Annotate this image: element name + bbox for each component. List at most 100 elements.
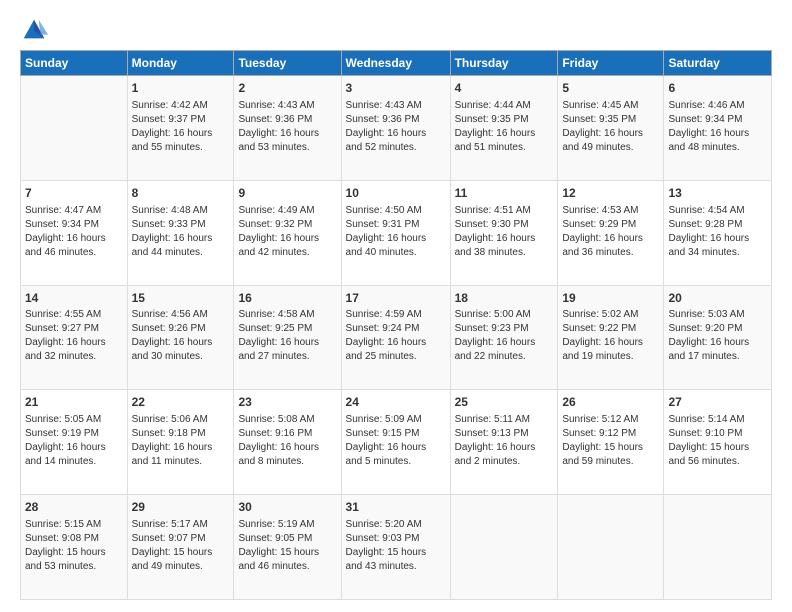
cell-w4-d0: 28Sunrise: 5:15 AMSunset: 9:08 PMDayligh… [21, 495, 128, 600]
day-number: 6 [668, 80, 767, 97]
day-info-line: Sunset: 9:03 PM [346, 532, 446, 546]
day-info-line: Daylight: 16 hours and 2 minutes. [455, 441, 554, 469]
day-info-line: Daylight: 16 hours and 53 minutes. [238, 127, 336, 155]
cell-w2-d2: 16Sunrise: 4:58 AMSunset: 9:25 PMDayligh… [234, 285, 341, 390]
cell-w0-d2: 2Sunrise: 4:43 AMSunset: 9:36 PMDaylight… [234, 76, 341, 181]
header-cell-thursday: Thursday [450, 51, 558, 76]
header-cell-wednesday: Wednesday [341, 51, 450, 76]
day-info-line: Sunset: 9:32 PM [238, 218, 336, 232]
day-info-line: Daylight: 16 hours and 30 minutes. [132, 336, 230, 364]
day-number: 17 [346, 290, 446, 307]
header [20, 16, 772, 44]
day-number: 25 [455, 394, 554, 411]
day-info-line: Sunrise: 4:51 AM [455, 204, 554, 218]
logo [20, 16, 52, 44]
header-cell-sunday: Sunday [21, 51, 128, 76]
day-info-line: Daylight: 16 hours and 11 minutes. [132, 441, 230, 469]
week-row-2: 14Sunrise: 4:55 AMSunset: 9:27 PM Dayligh… [21, 285, 772, 390]
header-cell-monday: Monday [127, 51, 234, 76]
day-number: 30 [238, 499, 336, 516]
cell-w3-d4: 25Sunrise: 5:11 AMSunset: 9:13 PMDayligh… [450, 390, 558, 495]
week-row-4: 28Sunrise: 5:15 AMSunset: 9:08 PMDayligh… [21, 495, 772, 600]
cell-w0-d1: 1Sunrise: 4:42 AMSunset: 9:37 PMDaylight… [127, 76, 234, 181]
day-info-line: Daylight: 16 hours and 19 minutes. [562, 336, 659, 364]
day-info-line: Sunset: 9:22 PM [562, 322, 659, 336]
day-info-line: Sunrise: 4:55 AM [25, 308, 123, 322]
day-info-line: Daylight: 16 hours and 42 minutes. [238, 232, 336, 260]
day-info-line: Sunrise: 5:14 AM [668, 413, 767, 427]
day-info-line: Sunset: 9:35 PM [562, 113, 659, 127]
day-info-line: Sunrise: 5:19 AM [238, 518, 336, 532]
day-info-line: Sunrise: 4:43 AM [346, 99, 446, 113]
day-info-line: Daylight: 16 hours and 8 minutes. [238, 441, 336, 469]
day-info-line: Sunset: 9:16 PM [238, 427, 336, 441]
cell-w3-d6: 27Sunrise: 5:14 AMSunset: 9:10 PMDayligh… [664, 390, 772, 495]
header-row: SundayMondayTuesdayWednesdayThursdayFrid… [21, 51, 772, 76]
day-info-line: Sunrise: 5:05 AM [25, 413, 123, 427]
day-info-line: Daylight: 16 hours and 17 minutes. [668, 336, 767, 364]
day-info-line: Daylight: 16 hours and 51 minutes. [455, 127, 554, 155]
cell-w0-d0 [21, 76, 128, 181]
cell-w2-d5: 19Sunrise: 5:02 AMSunset: 9:22 PMDayligh… [558, 285, 664, 390]
day-number: 16 [238, 290, 336, 307]
cell-w1-d4: 11Sunrise: 4:51 AMSunset: 9:30 PMDayligh… [450, 180, 558, 285]
day-number: 7 [25, 185, 123, 202]
day-info-line: Sunset: 9:27 PM [25, 322, 123, 336]
cell-w0-d3: 3Sunrise: 4:43 AMSunset: 9:36 PMDaylight… [341, 76, 450, 181]
day-number: 3 [346, 80, 446, 97]
day-number: 2 [238, 80, 336, 97]
day-info-line: Daylight: 16 hours and 40 minutes. [346, 232, 446, 260]
cell-w0-d6: 6Sunrise: 4:46 AMSunset: 9:34 PMDaylight… [664, 76, 772, 181]
day-info-line: Sunrise: 5:11 AM [455, 413, 554, 427]
day-info-line: Daylight: 15 hours and 43 minutes. [346, 546, 446, 574]
day-info-line: Sunrise: 4:48 AM [132, 204, 230, 218]
day-info-line: Sunset: 9:28 PM [668, 218, 767, 232]
day-number: 27 [668, 394, 767, 411]
day-info-line: Sunset: 9:34 PM [668, 113, 767, 127]
cell-w3-d3: 24Sunrise: 5:09 AMSunset: 9:15 PMDayligh… [341, 390, 450, 495]
cell-w0-d4: 4Sunrise: 4:44 AMSunset: 9:35 PMDaylight… [450, 76, 558, 181]
week-row-3: 21Sunrise: 5:05 AMSunset: 9:19 PMDayligh… [21, 390, 772, 495]
day-info-line: Sunset: 9:18 PM [132, 427, 230, 441]
day-info-line: Sunset: 9:24 PM [346, 322, 446, 336]
day-number: 18 [455, 290, 554, 307]
day-info-line: Sunrise: 4:50 AM [346, 204, 446, 218]
cell-w2-d6: 20Sunrise: 5:03 AMSunset: 9:20 PMDayligh… [664, 285, 772, 390]
day-number: 19 [562, 290, 659, 307]
day-number: 15 [132, 290, 230, 307]
cell-w1-d2: 9Sunrise: 4:49 AMSunset: 9:32 PMDaylight… [234, 180, 341, 285]
day-info-line: Sunrise: 4:46 AM [668, 99, 767, 113]
day-info-line: Daylight: 16 hours and 55 minutes. [132, 127, 230, 155]
cell-w4-d1: 29Sunrise: 5:17 AMSunset: 9:07 PMDayligh… [127, 495, 234, 600]
day-info-line: Daylight: 16 hours and 14 minutes. [25, 441, 123, 469]
day-info-line: Sunset: 9:36 PM [346, 113, 446, 127]
header-cell-friday: Friday [558, 51, 664, 76]
day-info-line: Daylight: 15 hours and 49 minutes. [132, 546, 230, 574]
day-number: 20 [668, 290, 767, 307]
day-info-line: Sunset: 9:20 PM [668, 322, 767, 336]
cell-w0-d5: 5Sunrise: 4:45 AMSunset: 9:35 PMDaylight… [558, 76, 664, 181]
day-info-line: Sunset: 9:34 PM [25, 218, 123, 232]
day-info-line: Sunrise: 4:45 AM [562, 99, 659, 113]
day-info-line: Sunset: 9:36 PM [238, 113, 336, 127]
day-number: 31 [346, 499, 446, 516]
day-info-line: Daylight: 16 hours and 49 minutes. [562, 127, 659, 155]
week-row-0: 1Sunrise: 4:42 AMSunset: 9:37 PMDaylight… [21, 76, 772, 181]
cell-w4-d3: 31Sunrise: 5:20 AMSunset: 9:03 PMDayligh… [341, 495, 450, 600]
day-number: 14 [25, 290, 123, 307]
cell-w1-d1: 8Sunrise: 4:48 AMSunset: 9:33 PMDaylight… [127, 180, 234, 285]
cell-w2-d1: 15Sunrise: 4:56 AMSunset: 9:26 PMDayligh… [127, 285, 234, 390]
day-number: 13 [668, 185, 767, 202]
day-number: 24 [346, 394, 446, 411]
day-info-line: Sunrise: 5:08 AM [238, 413, 336, 427]
day-info-line: Daylight: 16 hours and 36 minutes. [562, 232, 659, 260]
cell-w1-d0: 7Sunrise: 4:47 AMSunset: 9:34 PMDaylight… [21, 180, 128, 285]
day-number: 1 [132, 80, 230, 97]
day-info-line: Sunrise: 5:15 AM [25, 518, 123, 532]
day-info-line: Sunrise: 4:56 AM [132, 308, 230, 322]
day-number: 9 [238, 185, 336, 202]
day-number: 10 [346, 185, 446, 202]
cell-w4-d4 [450, 495, 558, 600]
day-info-line: Sunset: 9:33 PM [132, 218, 230, 232]
day-info-line: Sunset: 9:19 PM [25, 427, 123, 441]
